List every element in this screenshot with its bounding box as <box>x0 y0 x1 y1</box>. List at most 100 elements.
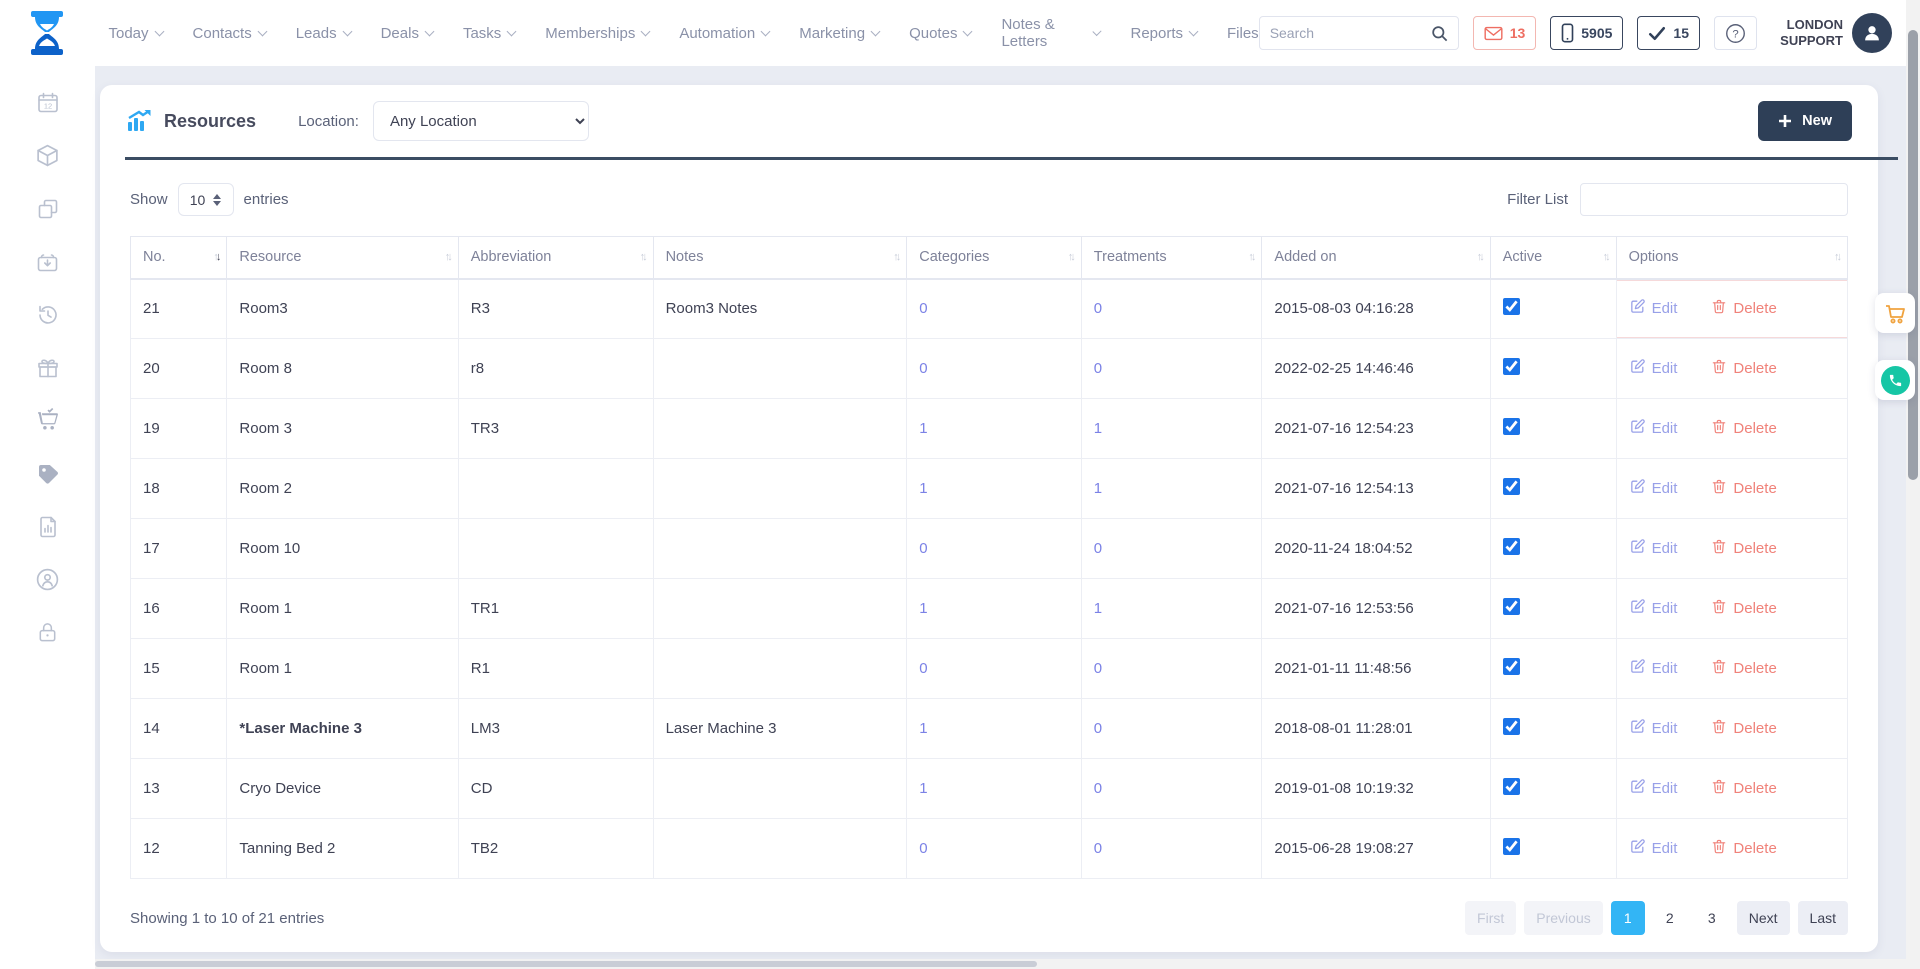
active-checkbox[interactable] <box>1503 778 1520 795</box>
location-select[interactable]: Any Location <box>373 101 589 141</box>
delete-button[interactable]: Delete <box>1711 838 1776 859</box>
calls-badge[interactable]: 5905 <box>1550 16 1623 50</box>
active-checkbox[interactable] <box>1503 478 1520 495</box>
delete-button[interactable]: Delete <box>1711 298 1776 319</box>
active-checkbox[interactable] <box>1503 298 1520 315</box>
categories-count-link[interactable]: 1 <box>919 780 927 797</box>
treatments-count-link[interactable]: 1 <box>1094 420 1102 437</box>
sidebar-item-account[interactable] <box>35 569 61 595</box>
pagination-3[interactable]: 3 <box>1695 901 1729 935</box>
categories-count-link[interactable]: 0 <box>919 540 927 557</box>
app-logo[interactable] <box>0 10 94 56</box>
sidebar-item-package[interactable] <box>35 145 61 171</box>
delete-button[interactable]: Delete <box>1711 478 1776 499</box>
column-header-abbreviation[interactable]: Abbreviation↑↓ <box>458 237 653 279</box>
avatar[interactable] <box>1852 13 1892 53</box>
nav-item-quotes[interactable]: Quotes <box>909 25 971 42</box>
nav-item-deals[interactable]: Deals <box>381 25 433 42</box>
messages-badge[interactable]: 13 <box>1473 16 1537 50</box>
sidebar-item-basket[interactable] <box>35 251 61 277</box>
delete-button[interactable]: Delete <box>1711 778 1776 799</box>
search-input[interactable] <box>1260 25 1422 41</box>
edit-button[interactable]: Edit <box>1629 838 1678 859</box>
treatments-count-link[interactable]: 1 <box>1094 480 1102 497</box>
nav-item-contacts[interactable]: Contacts <box>193 25 266 42</box>
nav-item-memberships[interactable]: Memberships <box>545 25 649 42</box>
sidebar-item-lock[interactable] <box>35 622 61 648</box>
treatments-count-link[interactable]: 0 <box>1094 360 1102 377</box>
categories-count-link[interactable]: 0 <box>919 840 927 857</box>
column-header-added-on[interactable]: Added on↑↓ <box>1262 237 1490 279</box>
treatments-count-link[interactable]: 1 <box>1094 600 1102 617</box>
categories-count-link[interactable]: 0 <box>919 360 927 377</box>
delete-button[interactable]: Delete <box>1711 598 1776 619</box>
active-checkbox[interactable] <box>1503 538 1520 555</box>
new-button[interactable]: New <box>1758 101 1852 141</box>
column-header-options[interactable]: Options↑↓ <box>1616 237 1847 279</box>
pagination-last[interactable]: Last <box>1798 901 1848 935</box>
nav-item-automation[interactable]: Automation <box>679 25 769 42</box>
nav-item-leads[interactable]: Leads <box>296 25 351 42</box>
sidebar-item-calendar[interactable]: 12 <box>35 92 61 118</box>
edit-button[interactable]: Edit <box>1629 298 1678 319</box>
active-checkbox[interactable] <box>1503 718 1520 735</box>
phone-floating-button[interactable] <box>1875 360 1915 400</box>
sidebar-item-gift[interactable] <box>35 357 61 383</box>
filter-input[interactable] <box>1580 183 1848 216</box>
treatments-count-link[interactable]: 0 <box>1094 720 1102 737</box>
edit-button[interactable]: Edit <box>1629 358 1678 379</box>
categories-count-link[interactable]: 1 <box>919 420 927 437</box>
active-checkbox[interactable] <box>1503 838 1520 855</box>
categories-count-link[interactable]: 1 <box>919 720 927 737</box>
active-checkbox[interactable] <box>1503 418 1520 435</box>
edit-button[interactable]: Edit <box>1629 478 1678 499</box>
categories-count-link[interactable]: 0 <box>919 660 927 677</box>
delete-button[interactable]: Delete <box>1711 658 1776 679</box>
column-header-active[interactable]: Active↑↓ <box>1490 237 1616 279</box>
vertical-scrollbar-thumb[interactable] <box>1908 30 1918 480</box>
nav-item-reports[interactable]: Reports <box>1130 25 1197 42</box>
column-header-resource[interactable]: Resource↑↓ <box>227 237 458 279</box>
vertical-scrollbar[interactable] <box>1906 0 1920 969</box>
delete-button[interactable]: Delete <box>1711 538 1776 559</box>
sidebar-item-tag[interactable] <box>35 463 61 489</box>
nav-item-notes-letters[interactable]: Notes & Letters <box>1001 16 1100 50</box>
delete-button[interactable]: Delete <box>1711 418 1776 439</box>
edit-button[interactable]: Edit <box>1629 538 1678 559</box>
categories-count-link[interactable]: 0 <box>919 300 927 317</box>
treatments-count-link[interactable]: 0 <box>1094 780 1102 797</box>
edit-button[interactable]: Edit <box>1629 598 1678 619</box>
active-checkbox[interactable] <box>1503 598 1520 615</box>
delete-button[interactable]: Delete <box>1711 358 1776 379</box>
treatments-count-link[interactable]: 0 <box>1094 660 1102 677</box>
edit-button[interactable]: Edit <box>1629 778 1678 799</box>
delete-button[interactable]: Delete <box>1711 718 1776 739</box>
nav-item-marketing[interactable]: Marketing <box>799 25 879 42</box>
active-checkbox[interactable] <box>1503 658 1520 675</box>
help-button[interactable]: ? <box>1714 16 1757 50</box>
nav-item-tasks[interactable]: Tasks <box>463 25 515 42</box>
categories-count-link[interactable]: 1 <box>919 600 927 617</box>
edit-button[interactable]: Edit <box>1629 718 1678 739</box>
horizontal-scrollbar[interactable] <box>95 959 1906 969</box>
horizontal-scrollbar-thumb[interactable] <box>95 961 1037 967</box>
user-menu[interactable]: LONDON SUPPORT <box>1771 13 1892 53</box>
active-checkbox[interactable] <box>1503 358 1520 375</box>
sidebar-item-cart[interactable] <box>35 410 61 436</box>
column-header-treatments[interactable]: Treatments↑↓ <box>1081 237 1262 279</box>
sidebar-item-history[interactable] <box>35 304 61 330</box>
search-icon[interactable] <box>1422 17 1458 49</box>
pagination-next[interactable]: Next <box>1737 901 1790 935</box>
cart-floating-button[interactable] <box>1875 293 1915 333</box>
edit-button[interactable]: Edit <box>1629 658 1678 679</box>
treatments-count-link[interactable]: 0 <box>1094 840 1102 857</box>
sidebar-item-copy[interactable] <box>35 198 61 224</box>
column-header-categories[interactable]: Categories↑↓ <box>907 237 1082 279</box>
sidebar-item-report[interactable] <box>35 516 61 542</box>
treatments-count-link[interactable]: 0 <box>1094 540 1102 557</box>
edit-button[interactable]: Edit <box>1629 418 1678 439</box>
nav-item-today[interactable]: Today <box>108 25 162 42</box>
treatments-count-link[interactable]: 0 <box>1094 300 1102 317</box>
pagination-1[interactable]: 1 <box>1611 901 1645 935</box>
nav-item-files[interactable]: Files <box>1227 25 1259 42</box>
